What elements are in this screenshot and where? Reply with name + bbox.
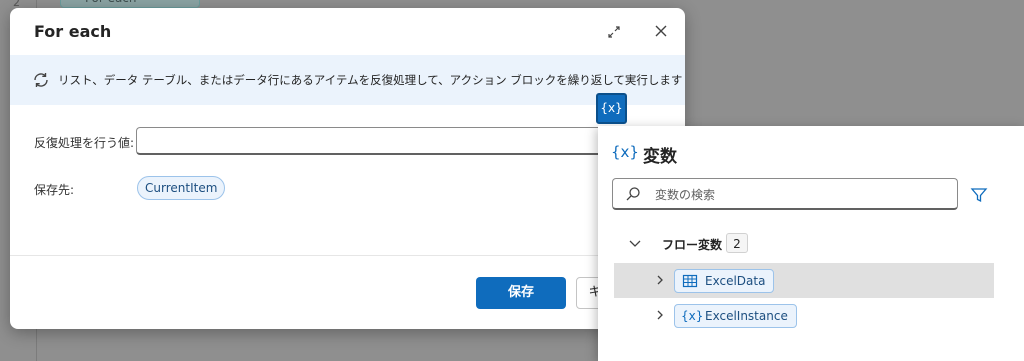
close-icon[interactable] — [652, 22, 670, 40]
dialog-title: For each — [34, 22, 112, 41]
filter-icon[interactable] — [970, 186, 988, 204]
value-field-label: 反復処理を行う値: — [34, 136, 135, 150]
variable-label: ExcelInstance — [705, 309, 788, 323]
variable-row-exceldata[interactable]: ExcelData — [614, 263, 994, 298]
variable-picker-button[interactable]: {x} — [596, 93, 627, 124]
variable-label: ExcelData — [705, 274, 766, 288]
chevron-down-icon — [629, 240, 641, 247]
loop-icon — [34, 73, 48, 87]
chevron-right-icon — [657, 310, 663, 320]
flow-variables-group[interactable]: フロー変数 2 — [614, 232, 994, 256]
variable-icon: {x} — [611, 143, 639, 161]
chevron-right-icon — [657, 275, 663, 285]
info-bar: リスト、データ テーブル、またはデータ行にあるアイテムを反復処理して、アクション… — [10, 55, 685, 105]
search-input[interactable] — [653, 185, 947, 205]
variable-icon: {x} — [681, 309, 704, 323]
variable-pill-exceldata[interactable]: ExcelData — [674, 269, 775, 293]
info-text: リスト、データ テーブル、またはデータ行にあるアイテムを反復処理して、アクション… — [58, 72, 685, 88]
store-field-label: 保存先: — [34, 183, 75, 197]
background-foreach-node[interactable]: For each — [60, 0, 200, 8]
group-label: フロー変数 — [662, 238, 723, 252]
info-description: リスト、データ テーブル、またはデータ行にあるアイテムを反復処理して、アクション… — [58, 73, 683, 87]
group-count-badge: 2 — [726, 233, 748, 253]
store-variable-chip[interactable]: CurrentItem — [137, 176, 226, 200]
search-icon — [626, 187, 640, 201]
expand-icon[interactable] — [606, 24, 622, 40]
for-each-dialog: For each リスト、データ テーブル、またはデータ行にあるアイテムを反復処… — [10, 8, 685, 329]
table-icon — [682, 274, 698, 288]
save-button[interactable]: 保存 — [476, 277, 566, 309]
variable-pill-excelinstance[interactable]: {x} ExcelInstance — [674, 304, 797, 328]
footer-divider — [10, 255, 685, 256]
search-box[interactable] — [612, 178, 958, 210]
variables-panel: {x} 変数 フロー変数 2 ExcelData — [598, 126, 1024, 361]
panel-title: 変数 — [643, 147, 677, 167]
variable-row-excelinstance[interactable]: {x} ExcelInstance — [614, 298, 994, 333]
